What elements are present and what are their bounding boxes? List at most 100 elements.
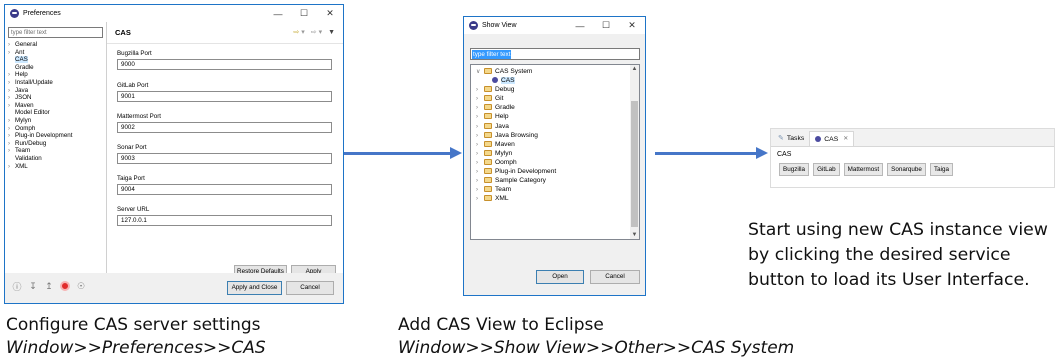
preferences-tree-item[interactable]: › Java [8,87,106,95]
preferences-tree-item-label: Install/Update [15,78,53,86]
preferences-tree-item[interactable]: › Maven [8,102,106,110]
tab-tasks[interactable]: ✎ Tasks [773,131,809,146]
show-view-tree-item[interactable]: CAS [471,76,639,85]
record-icon[interactable] [59,280,71,292]
import-icon[interactable]: ↧ [27,280,39,292]
service-button-bugzilla[interactable]: Bugzilla [779,163,810,176]
gitlab-port-label: GitLab Port [117,82,149,89]
preferences-tree-item[interactable]: › XML [8,163,106,171]
tab-cas[interactable]: CAS ✕ [809,131,855,147]
minimize-icon[interactable]: — [567,17,593,34]
gitlab-port-field: GitLab Port 9001 [117,82,332,102]
scroll-up-icon[interactable]: ▲ [630,66,639,72]
cas-view-panel: ✎ Tasks CAS ✕ CAS Bugzilla GitLab Mattermo… [770,128,1055,188]
maximize-icon[interactable]: ☐ [291,5,317,22]
show-view-tree-item[interactable]: › Java [471,122,639,131]
open-button[interactable]: Open [536,270,584,284]
show-view-tree-item[interactable]: › Mylyn [471,149,639,158]
forward-icon[interactable]: ⇨ [311,29,319,36]
help-icon[interactable]: ⓘ [11,280,23,292]
show-view-tree-item[interactable]: › Help [471,112,639,121]
tab-tasks-label: Tasks [786,135,805,142]
preferences-tree-item[interactable]: › Ant [8,49,106,57]
show-view-window: Show View — ☐ ✕ type filter text ∨ CAS Sy… [463,16,646,296]
show-view-titlebar[interactable]: Show View — ☐ ✕ [464,17,645,34]
bugzilla-port-input[interactable]: 9000 [117,59,332,70]
oomph-icon[interactable]: ☉ [75,280,87,292]
show-view-tree-item[interactable]: › Gradle [471,103,639,112]
show-view-tree-item[interactable]: › Java Browsing [471,131,639,140]
chevron-right-icon[interactable]: › [8,164,15,172]
preferences-tree-item[interactable]: › Install/Update [8,79,106,87]
show-view-tree-item[interactable]: › Team [471,185,639,194]
show-view-tree-item[interactable]: › XML [471,194,639,203]
tree-scrollbar[interactable]: ▲ ▼ [630,65,639,239]
scroll-down-icon[interactable]: ▼ [630,232,639,238]
service-button-gitlab[interactable]: GitLab [813,163,840,176]
mattermost-port-input[interactable]: 9002 [117,122,332,133]
preferences-tree-item[interactable]: Model Editor [8,109,106,117]
maximize-icon[interactable]: ☐ [593,17,619,34]
preferences-tree-item[interactable]: › Team [8,147,106,155]
taiga-port-input[interactable]: 9004 [117,184,332,195]
view-tab-bar: ✎ Tasks CAS ✕ [771,129,1054,147]
chevron-right-icon[interactable]: › [476,195,484,204]
minimize-icon[interactable]: — [265,5,291,22]
export-icon[interactable]: ↥ [43,280,55,292]
close-icon[interactable]: ✕ [317,5,343,22]
close-tab-icon[interactable]: ✕ [843,132,848,147]
show-view-tree-item[interactable]: › Sample Category [471,176,639,185]
folder-icon [484,131,492,138]
page-nav-controls[interactable]: ⇨▾ ⇨▾ ▼ [293,28,337,36]
view-menu-icon[interactable]: ▼ [328,29,337,36]
show-view-tree-item[interactable]: › Oomph [471,158,639,167]
chevron-down-icon[interactable]: ∨ [476,68,484,77]
preferences-tree-item[interactable]: › General [8,41,106,49]
preferences-tree-item[interactable]: CAS [8,56,106,64]
scrollbar-thumb[interactable] [631,101,638,227]
show-view-item-label: Plug-in Development [495,168,557,176]
show-view-tree-item[interactable]: ∨ CAS System [471,67,639,76]
apply-and-close-button[interactable]: Apply and Close [227,281,282,295]
close-icon[interactable]: ✕ [619,17,645,34]
service-button-mattermost[interactable]: Mattermost [843,163,884,176]
preferences-tree-item[interactable]: Gradle [8,64,106,72]
preferences-tree-item-label: Validation [15,154,42,162]
show-view-tree-item[interactable]: › Git [471,94,639,103]
start-using-description: Start using new CAS instance view by cli… [748,220,1048,290]
show-view-item-label: Team [495,186,512,194]
show-view-tree-item[interactable]: › Maven [471,140,639,149]
show-view-tree-item[interactable]: › Debug [471,85,639,94]
preferences-tree-item[interactable]: › Mylyn [8,117,106,125]
back-menu-icon[interactable]: ▾ [301,29,307,36]
preferences-tree-item-label: Plug-in Development [15,132,73,140]
tab-cas-label: CAS [824,135,839,143]
show-view-item-label: Mylyn [495,149,513,157]
preferences-filter-input[interactable]: type filter text [8,27,103,38]
show-view-cancel-button[interactable]: Cancel [590,270,640,284]
server-url-input[interactable]: 127.0.0.1 [117,215,332,226]
show-view-filter-input[interactable]: type filter text [470,48,640,60]
service-button-taiga[interactable]: Taiga [929,163,953,176]
service-button-sonarqube[interactable]: Sonarqube [887,163,926,176]
forward-menu-icon[interactable]: ▾ [319,29,325,36]
cas-view-label: CAS [777,151,792,158]
show-view-tree-item[interactable]: › Plug-in Development [471,167,639,176]
bugzilla-port-field: Bugzilla Port 9000 [117,50,332,70]
preferences-tree-item[interactable]: › Run/Debug [8,140,106,148]
arrow-to-cas-view [655,147,768,159]
preferences-tree-item[interactable]: › JSON [8,94,106,102]
folder-icon [484,195,492,202]
preferences-tree-item[interactable]: › Plug-in Development [8,132,106,140]
preferences-titlebar[interactable]: Preferences — ☐ ✕ [5,5,343,22]
preferences-tree-item-label: Oomph [15,124,36,132]
show-view-item-label: CAS System [495,68,533,75]
preferences-tree-item[interactable]: Validation [8,155,106,163]
preferences-tree: › General › Ant CAS Gradle › Help › Install/Updat… [5,41,106,170]
preferences-tree-item[interactable]: › Help [8,71,106,79]
cancel-button[interactable]: Cancel [286,281,334,295]
preferences-tree-item[interactable]: › Oomph [8,125,106,133]
mattermost-port-field: Mattermost Port 9002 [117,113,332,133]
gitlab-port-input[interactable]: 9001 [117,91,332,102]
sonar-port-input[interactable]: 9003 [117,153,332,164]
